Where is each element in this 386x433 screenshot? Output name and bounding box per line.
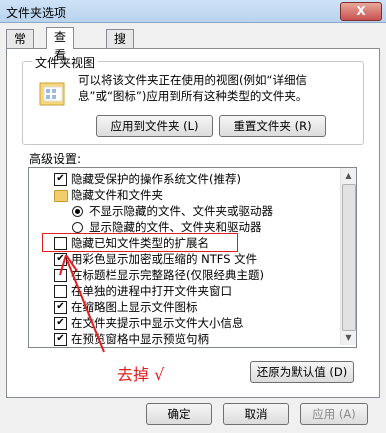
annotation-text: 去掉 √ [117, 365, 165, 384]
ok-button[interactable]: 确定 [146, 403, 212, 425]
cancel-button[interactable]: 取消 [223, 403, 289, 425]
tab-view[interactable]: 查看 [46, 27, 75, 62]
restore-defaults-button[interactable]: 还原为默认值 (D) [250, 361, 354, 383]
apply-button[interactable]: 应用 (A) [300, 403, 368, 425]
